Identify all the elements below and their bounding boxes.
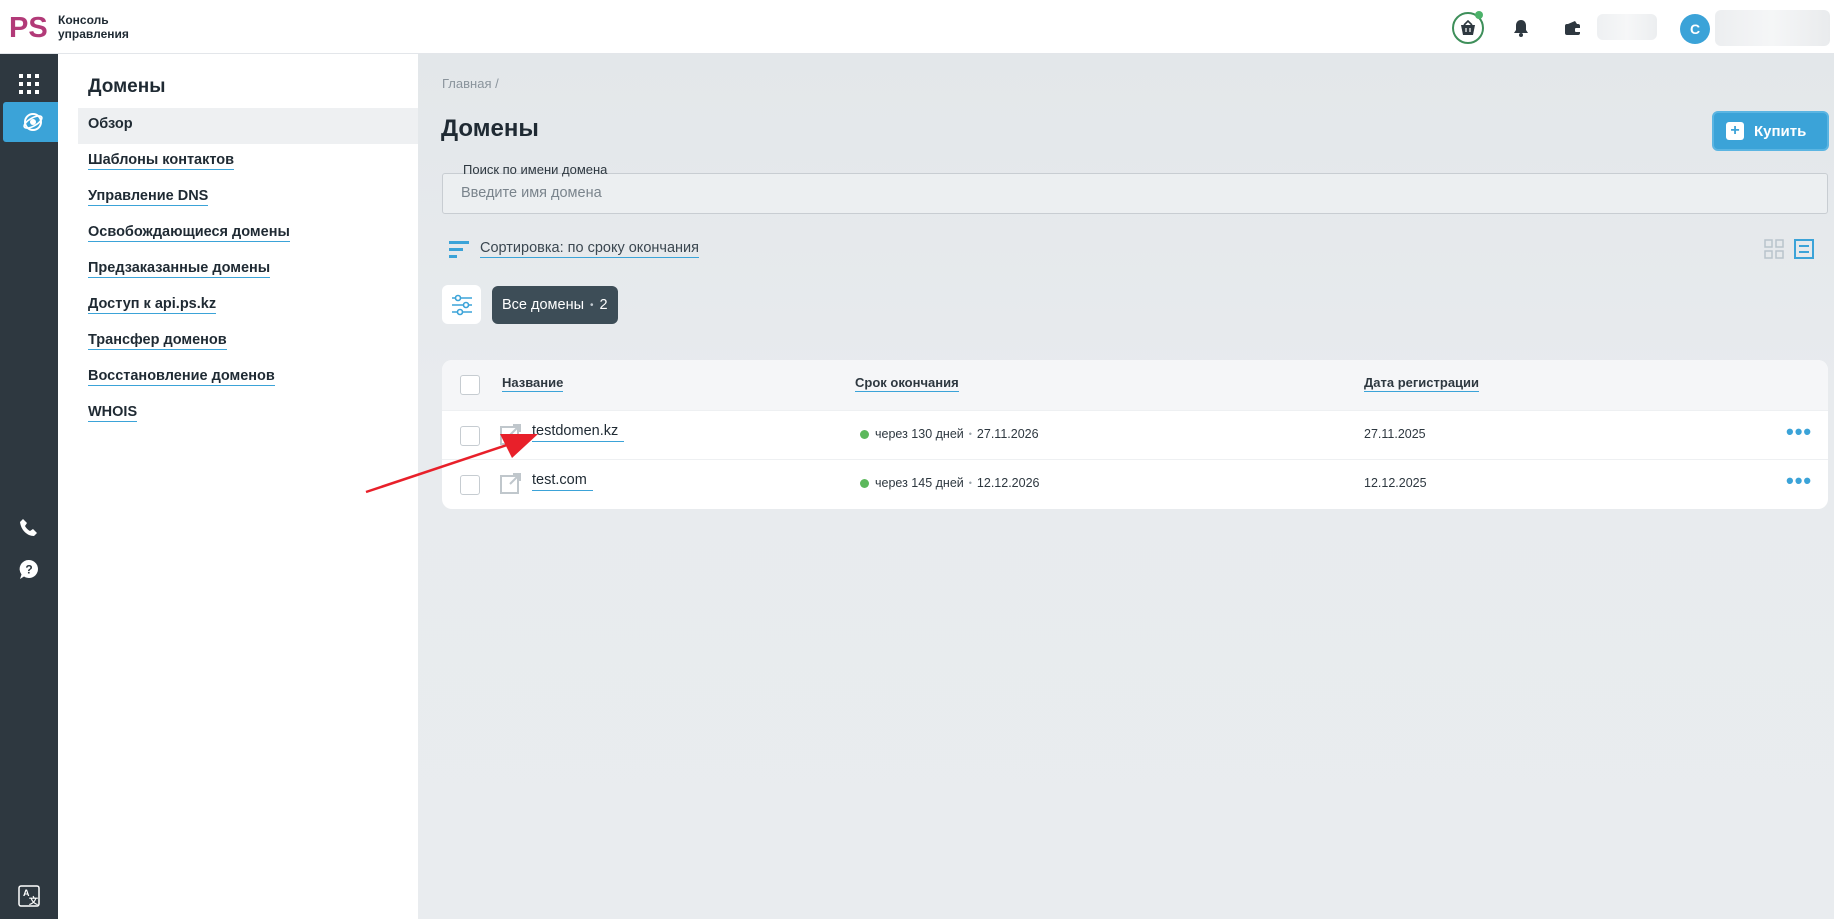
avatar[interactable]: С [1680,14,1710,44]
left-rail: ? A 文 [0,54,62,919]
column-expiration[interactable]: Срок окончания [855,375,959,392]
chip-separator: • [590,299,594,311]
sidebar-item-whois[interactable]: WHOIS [88,404,138,422]
buy-button[interactable]: + Купить [1712,111,1829,151]
separator-dot: • [968,478,972,488]
sidebar-item-transfer[interactable]: Трансфер доменов [88,332,227,350]
ps-logo-icon[interactable]: PS [9,10,47,42]
main-content: Главная / Домены + Купить Поиск по имени… [418,54,1834,919]
brand-line-2: управления [58,27,129,41]
filter-chip-all-domains[interactable]: Все домены • 2 [492,286,618,324]
sidebar-item-preordered-domains[interactable]: Предзаказанные домены [88,260,271,278]
translate-icon: A 文 [18,885,40,907]
sort-label[interactable]: Сортировка: по сроку окончания [480,240,699,258]
list-view-icon [1794,239,1814,259]
brand-title[interactable]: Консоль управления [58,13,148,41]
column-registration-date[interactable]: Дата регистрации [1364,375,1480,392]
brand-line-1: Консоль [58,13,109,27]
logo-text: PS [9,12,47,42]
table-header: Название Срок окончания Дата регистрации [442,360,1828,410]
help-icon: ? [19,559,38,579]
status-dot [860,429,869,439]
support-phone-button[interactable] [0,508,58,548]
expires-in: через 130 дней [875,427,964,441]
registration-date: 12.12.2025 [1364,476,1427,490]
domain-name-link[interactable]: test.com [532,472,593,491]
sidebar-item-api-access[interactable]: Доступ к api.ps.kz [88,296,217,314]
basket-icon [1461,20,1475,35]
sliders-icon [451,294,472,315]
domains-nav-button[interactable] [3,102,62,142]
globe-icon [22,113,43,131]
expires-date: 12.12.2026 [976,476,1040,490]
user-name-blurred[interactable] [1715,10,1830,46]
sort-control[interactable]: Сортировка: по сроку окончания [449,239,699,259]
expires-in: через 145 дней [875,476,964,490]
chip-count: 2 [599,297,608,313]
apps-grid-icon [19,74,39,94]
status-dot [860,478,869,488]
more-actions-icon[interactable]: ••• [1786,419,1812,445]
sidebar-item-contact-templates[interactable]: Шаблоны контактов [88,152,235,170]
select-all-checkbox[interactable] [460,375,480,395]
sidebar-title: Домены [88,76,166,97]
grid-view-icon [1764,239,1784,259]
page-title: Домены [441,115,539,142]
svg-text:文: 文 [28,895,39,906]
sidebar-item-expiring-domains[interactable]: Освобождающиеся домены [88,224,290,242]
expiration-cell: через 145 дней • 12.12.2026 [860,476,1039,490]
expiration-cell: через 130 дней • 27.11.2026 [860,427,1039,441]
sidebar-item-dns[interactable]: Управление DNS [88,188,209,206]
bell-icon [1514,20,1528,37]
more-actions-icon[interactable]: ••• [1786,468,1812,494]
separator-dot: • [968,429,972,439]
list-view-button[interactable] [1794,239,1814,264]
balance-blurred[interactable] [1597,14,1657,40]
top-bar: PS Консоль управления С [0,0,1834,54]
table-row[interactable]: testdomen.kz через 130 дней • 27.11.2026… [442,410,1828,459]
sidebar-item-overview[interactable]: Обзор [88,116,133,133]
search-input[interactable] [461,185,1761,201]
help-button[interactable]: ? [0,550,58,590]
apps-button[interactable] [0,64,58,104]
domains-table: Название Срок окончания Дата регистрации… [442,360,1828,509]
phone-icon [20,519,37,536]
svg-text:?: ? [25,563,32,577]
language-button[interactable]: A 文 [0,876,58,916]
chip-label: Все домены [502,297,585,313]
wallet-icon [1565,21,1581,35]
registration-date: 27.11.2025 [1364,427,1426,441]
basket-button[interactable] [1452,11,1484,44]
table-row[interactable]: test.com через 145 дней • 12.12.2026 12.… [442,459,1828,508]
expires-date: 27.11.2026 [976,427,1039,441]
grid-view-button[interactable] [1764,239,1784,264]
annotation-arrow-icon [365,434,538,494]
search-field[interactable] [442,173,1828,214]
basket-indicator [1475,11,1483,19]
breadcrumb[interactable]: Главная / [442,76,499,91]
plus-icon: + [1726,122,1744,140]
column-name[interactable]: Название [502,375,564,392]
buy-button-label: Купить [1754,122,1807,140]
sidebar-item-restore[interactable]: Восстановление доменов [88,368,275,386]
notifications-button[interactable] [1505,12,1537,44]
sort-icon [449,241,469,258]
domain-name-link[interactable]: testdomen.kz [532,423,625,442]
filters-button[interactable] [442,285,481,324]
search-label: Поиск по имени домена [463,162,608,177]
wallet-button[interactable] [1557,12,1589,44]
